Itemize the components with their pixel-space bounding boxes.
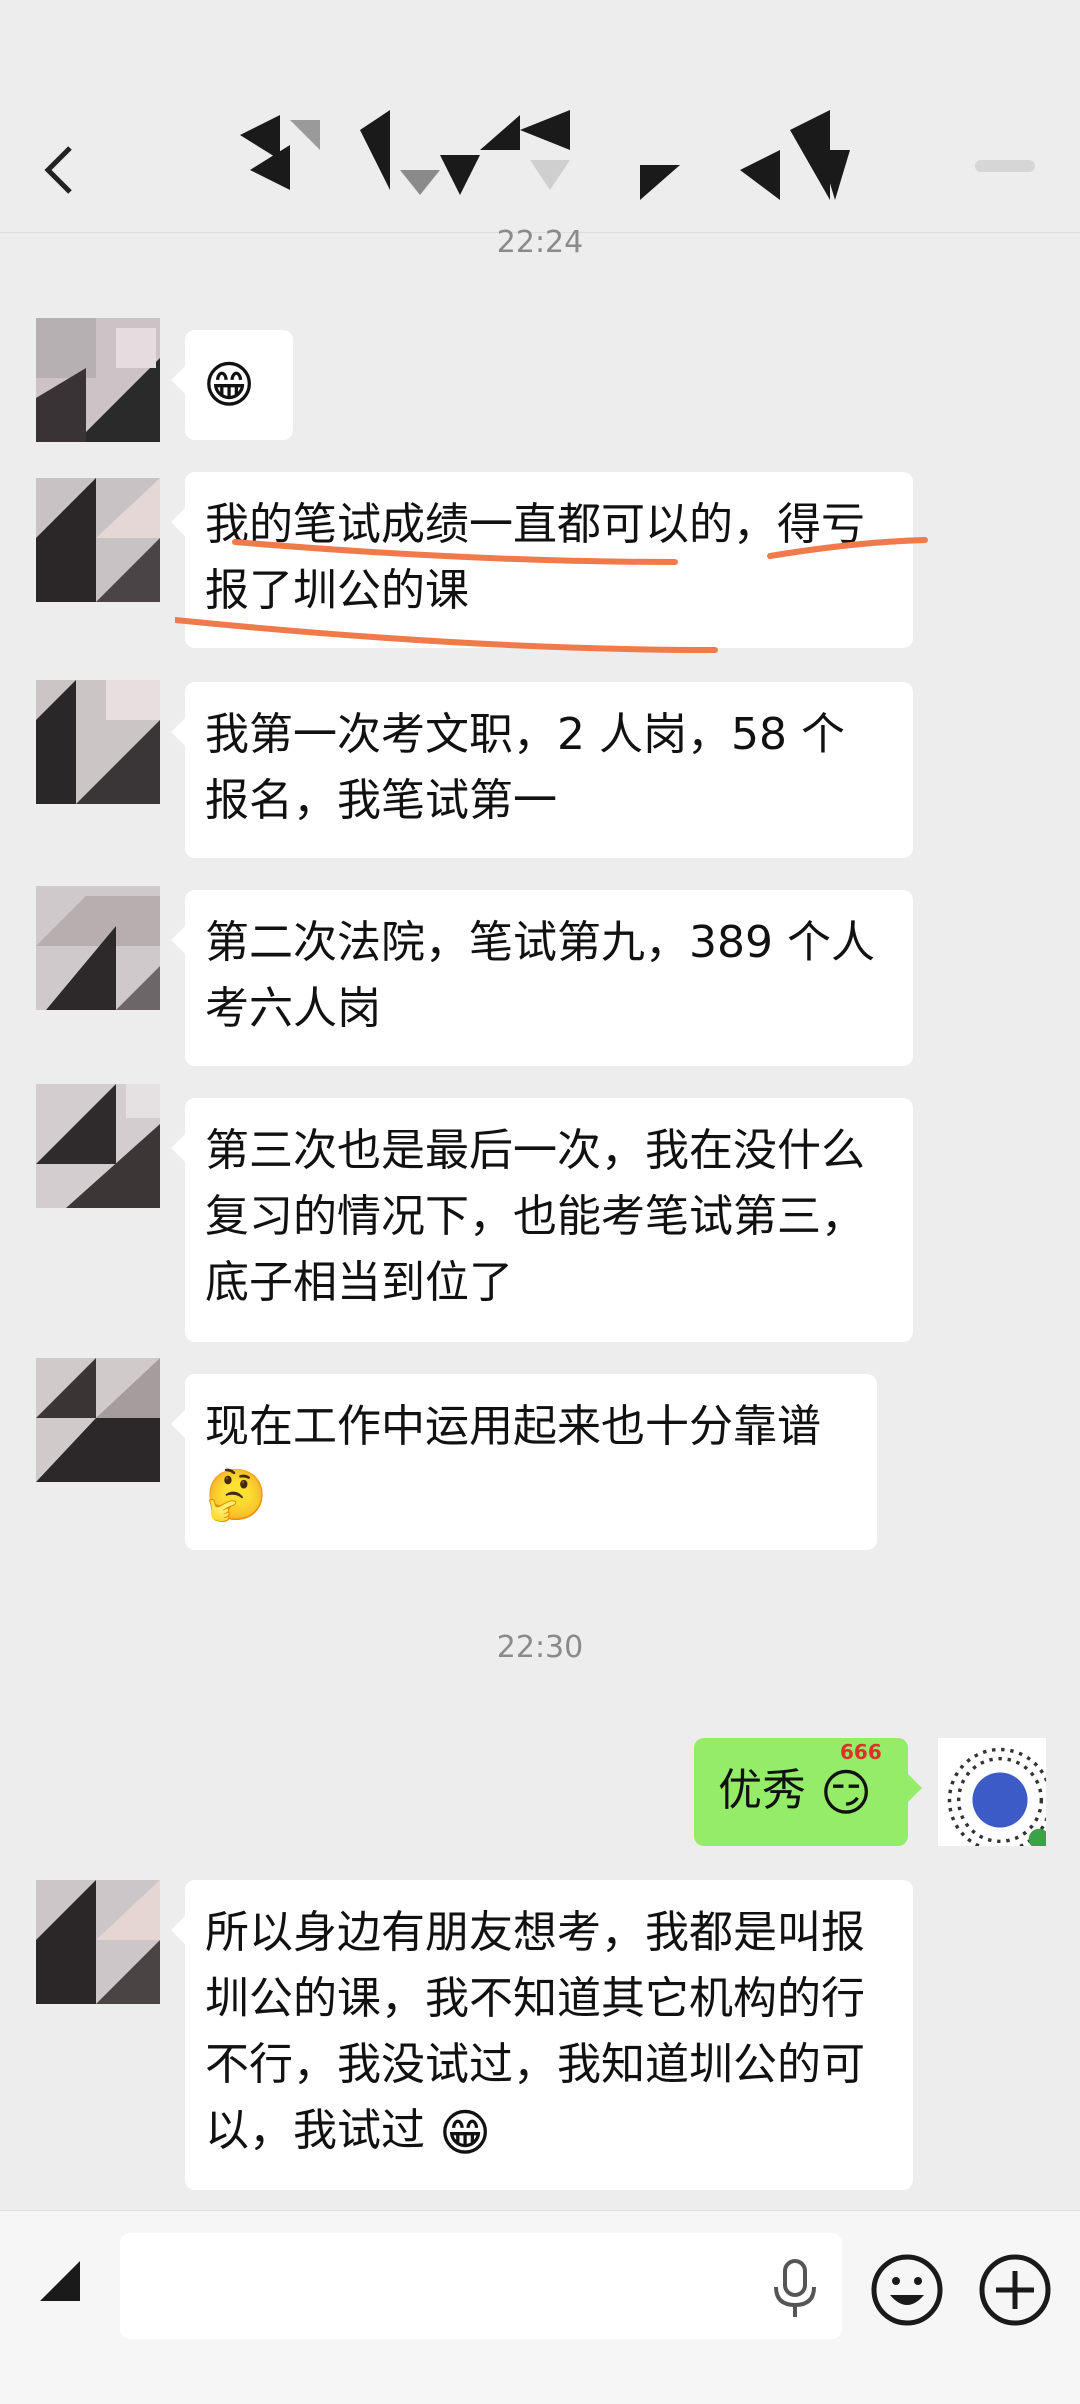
my-message-bubble[interactable]: 优秀 😏 666 (694, 1738, 922, 1846)
avatar[interactable] (36, 1358, 160, 1482)
message-text: 优秀 (718, 1765, 806, 1816)
smirk-emoji: 😏 (820, 1764, 873, 1822)
plus-button[interactable] (978, 2253, 1052, 2327)
emoji-badge-666: 666 (840, 1740, 882, 1764)
chevron-left-icon (44, 146, 72, 194)
more-button[interactable] (975, 150, 1035, 180)
emoji-icon (871, 2254, 943, 2326)
message-bubble[interactable]: 现在工作中运用起来也十分靠谱 🤔 (171, 1374, 877, 1550)
message-bubble[interactable]: 所以身边有朋友想考，我都是叫报圳公的课，我不知道其它机构的行不行，我没试过，我知… (171, 1880, 913, 2190)
avatar[interactable] (36, 478, 160, 602)
grin-emoji: 😁 (439, 2104, 492, 2162)
avatar[interactable] (36, 1084, 160, 1208)
red-underline-annotation (175, 537, 928, 653)
message-bubble[interactable]: 第三次也是最后一次，我在没什么复习的情况下，也能考笔试第三，底子相当到位了 (171, 1098, 913, 1342)
timestamp: 22:30 (496, 1630, 584, 1665)
message-text: 我第一次考文职，2 人岗，58 个报名，我笔试第一 (205, 709, 845, 826)
more-icon (975, 160, 1035, 172)
mic-button[interactable] (770, 2259, 820, 2319)
avatar[interactable] (36, 680, 160, 804)
message-text: 现在工作中运用起来也十分靠谱 (205, 1401, 821, 1452)
message-bubble[interactable]: 我第一次考文职，2 人岗，58 个报名，我笔试第一 (171, 682, 913, 858)
plus-icon (979, 2254, 1051, 2326)
message-input[interactable] (120, 2233, 842, 2339)
chat-title-redacted (190, 110, 910, 210)
message-bubble[interactable]: 😁 (171, 330, 293, 440)
voice-toggle-icon (40, 2261, 80, 2301)
microphone-icon (774, 2259, 816, 2317)
voice-toggle-button[interactable] (40, 2251, 90, 2301)
message-text: 第二次法院，笔试第九，389 个人考六人岗 (205, 917, 875, 1034)
chat-header (0, 0, 1080, 233)
avatar[interactable] (36, 1880, 160, 2004)
message-bubble[interactable]: 第二次法院，笔试第九，389 个人考六人岗 (171, 890, 913, 1066)
thinking-emoji: 🤔 (205, 1466, 268, 1524)
avatar[interactable] (36, 318, 160, 442)
my-avatar[interactable] (938, 1738, 1046, 1846)
avatar[interactable] (36, 886, 160, 1010)
back-button[interactable] (40, 140, 80, 200)
message-text: 第三次也是最后一次，我在没什么复习的情况下，也能考笔试第三，底子相当到位了 (205, 1125, 865, 1308)
message-text: 所以身边有朋友想考，我都是叫报圳公的课，我不知道其它机构的行不行，我没试过，我知… (205, 1907, 865, 2156)
emoji-button[interactable] (870, 2253, 944, 2327)
timestamp: 22:24 (496, 225, 584, 260)
input-bar (0, 2210, 1080, 2404)
grin-emoji: 😁 (203, 356, 256, 414)
